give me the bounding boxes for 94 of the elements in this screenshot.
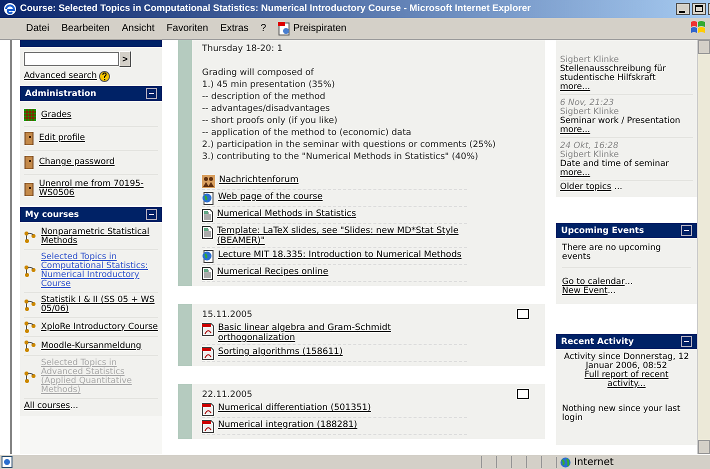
document-icon: [202, 226, 213, 239]
menu-item[interactable]: Favoriten: [160, 23, 214, 34]
course-icon: [24, 231, 36, 243]
toolbar-link[interactable]: Preispiraten: [293, 23, 346, 34]
maximize-icon: [692, 3, 706, 15]
grid-icon: [24, 109, 36, 121]
resource-link[interactable]: Lecture MIT 18.335: Introduction to Numerical Methods: [218, 250, 462, 260]
window-title: Course: Selected Topics in Computational Statistics: Numerical Introductory Course - Microsoft Internet Explorer: [20, 2, 532, 16]
nothing-new-text: Nothing new since your last login: [562, 405, 682, 423]
post-subject: Seminar work / Presentation: [560, 117, 680, 126]
menu-item[interactable]: Bearbeiten: [55, 23, 116, 34]
ellipsis-text: ...: [614, 183, 622, 192]
admin-link[interactable]: Unenrol me from 70195-WS0506: [39, 180, 158, 198]
menu-item[interactable]: ?: [254, 23, 272, 34]
pdf-icon: [202, 347, 214, 360]
advanced-search-link[interactable]: Advanced search: [24, 72, 97, 81]
course-icon: [24, 321, 36, 333]
windows-logo-icon: [690, 20, 706, 36]
collapse-icon: [146, 209, 157, 220]
full-report-link[interactable]: Full report of recent activity...: [576, 371, 676, 389]
document-icon: [202, 267, 213, 280]
menu-item[interactable]: Ansicht: [116, 23, 161, 34]
admin-link[interactable]: Grades: [41, 110, 72, 120]
post-date: 6 Nov, 21:23: [560, 99, 614, 108]
menu-item[interactable]: Datei: [20, 23, 56, 34]
post-date: 24 Okt, 16:28: [560, 142, 618, 151]
ellipsis-text: ...: [608, 287, 616, 296]
collapse-icon: [681, 336, 692, 347]
tag-icon: [278, 22, 292, 36]
activity-since-text: Activity since Donnerstag, 12 Januar 2006, 08:52: [562, 353, 690, 371]
section-summary: Grading will composed of 1.) 45 min presentation (35%) -- description of the method -- advantages/disadvantages -- short proofs only (if you like) -- application of the method to (economic) data 2.) participation in the seminar with questions or comments (25%) 3.) contributing to the "Numerical Methods in Statistics" (40%): [202, 67, 497, 163]
course-link[interactable]: Moodle-Kursanmeldung: [41, 342, 142, 350]
highlight-toggle-icon[interactable]: [517, 309, 529, 319]
highlight-toggle-icon[interactable]: [517, 389, 529, 399]
search-button[interactable]: >: [119, 51, 131, 67]
topic-date: 22.11.2005: [202, 389, 252, 401]
course-icon: [24, 299, 36, 311]
pdf-icon: [202, 323, 214, 336]
resource-link[interactable]: Numerical Methods in Statistics: [217, 209, 356, 219]
minimize-icon: [676, 3, 690, 15]
section-stripe: [178, 384, 192, 439]
block-title: Recent Activity: [561, 336, 634, 348]
resource-link[interactable]: Numerical Recipes online: [217, 267, 328, 277]
people-icon: [202, 175, 215, 188]
scrollbar[interactable]: [697, 40, 710, 454]
post-author: Sigbert Klinke: [560, 151, 619, 160]
ellipsis-text: ...: [70, 402, 78, 411]
topic-date: 15.11.2005: [202, 309, 252, 321]
resource-link[interactable]: Sorting algorithms (158611): [218, 347, 343, 357]
calendar-link[interactable]: New Event: [562, 287, 608, 296]
post-subject: Date and time of seminar: [560, 160, 669, 169]
zone-text: Internet: [574, 456, 614, 468]
calendar-link[interactable]: Go to calendar: [562, 278, 625, 287]
resource-link[interactable]: Basic linear algebra and Gram-Schmidt orthogonalization: [218, 323, 467, 343]
post-author: Sigbert Klinke: [560, 108, 619, 117]
section-stripe: [178, 304, 192, 366]
collapse-icon: [146, 88, 157, 99]
older-topics-link[interactable]: Older topics: [560, 183, 612, 192]
block-title: Administration: [25, 88, 96, 100]
all-courses-link[interactable]: All courses: [24, 402, 70, 411]
block-title: My courses: [25, 208, 79, 222]
no-events-text: There are no upcoming events: [562, 244, 691, 268]
menu-item[interactable]: Extras: [214, 23, 255, 34]
resource-link[interactable]: Numerical integration (188281): [218, 420, 358, 430]
admin-link[interactable]: Edit profile: [39, 134, 86, 143]
course-link[interactable]: Nonparametric Statistical Methods: [41, 228, 158, 246]
admin-link[interactable]: Change password: [39, 158, 115, 167]
search-field[interactable]: [24, 52, 119, 66]
resource-link[interactable]: Web page of the course: [218, 192, 323, 202]
document-icon: [202, 209, 213, 222]
resource-link[interactable]: Nachrichtenforum: [219, 175, 299, 185]
globe-page-icon: [202, 250, 214, 263]
resource-link[interactable]: Template: LaTeX slides, see "Slides: new MD*Stat Style (BEAMER)": [217, 226, 467, 246]
course-link[interactable]: XploRe Introductory Course: [41, 322, 158, 332]
course-icon: [24, 340, 36, 352]
more-link[interactable]: more...: [560, 126, 590, 135]
ellipsis-text: ...: [624, 278, 633, 287]
browser-icon: [3, 2, 17, 16]
course-link[interactable]: Statistik I & II (SS 05 + WS 05/06): [41, 296, 158, 314]
globe-icon: [560, 456, 571, 468]
pdf-icon: [202, 403, 214, 416]
globe-page-icon: [202, 192, 214, 205]
more-link[interactable]: more...: [560, 83, 590, 92]
collapse-icon: [681, 225, 692, 236]
block-title: Upcoming Events: [561, 224, 644, 238]
schedule-text: Thursday 18-20: 1: [202, 43, 284, 55]
resource-link[interactable]: Numerical differentiation (501351): [218, 403, 371, 413]
help-icon: [98, 71, 110, 82]
course-link[interactable]: Selected Topics in Computational Statistics: Numerical Introductory Course: [41, 253, 158, 289]
more-link[interactable]: more...: [560, 169, 590, 178]
pdf-icon: [202, 420, 214, 433]
post-author: Sigbert Klinke: [560, 56, 619, 65]
course-icon: [24, 265, 36, 277]
course-icon: [24, 371, 36, 383]
